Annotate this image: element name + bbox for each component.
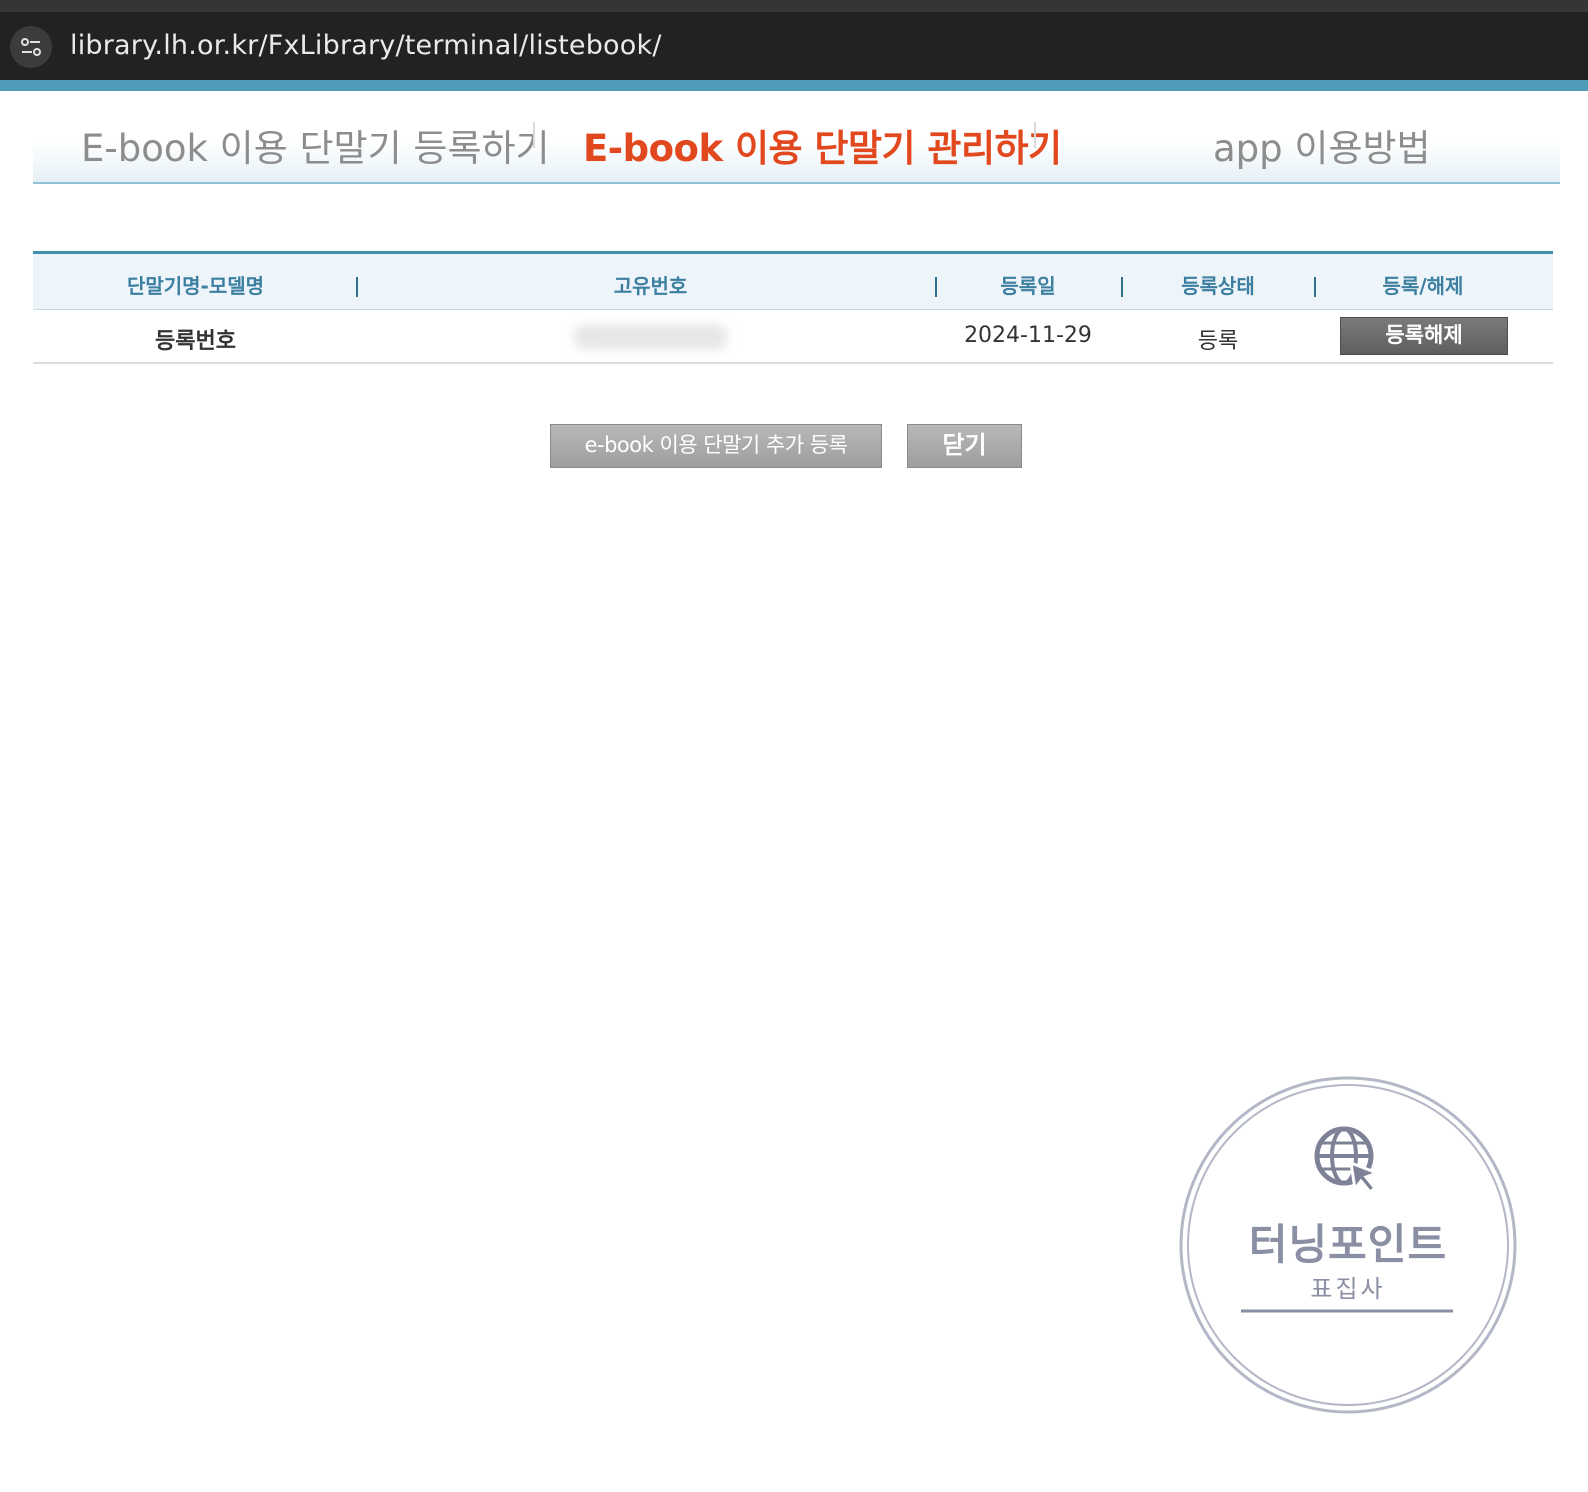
watermark-stamp: 터닝포인트 표집사 — [1178, 1075, 1518, 1415]
close-button[interactable]: 닫기 — [907, 424, 1022, 468]
address-bar[interactable]: library.lh.or.kr/FxLibrary/terminal/list… — [0, 12, 1588, 80]
tab-manage-device[interactable]: E-book 이용 단말기 관리하기 — [583, 118, 1062, 172]
header-separator — [1314, 277, 1316, 297]
table-row: 등록번호 2024-11-29 등록 등록해제 — [33, 310, 1553, 364]
header-accent-bar — [0, 80, 1588, 91]
header-separator — [356, 277, 358, 297]
registered-date-cell: 2024-11-29 — [964, 323, 1092, 348]
unregister-button[interactable]: 등록해제 — [1340, 317, 1508, 355]
header-separator — [1121, 277, 1123, 297]
site-settings-icon[interactable] — [10, 26, 52, 68]
table-header: 단말기명-모델명 고유번호 등록일 등록상태 등록/해제 — [33, 251, 1553, 310]
add-device-button[interactable]: e-book 이용 단말기 추가 등록 — [550, 424, 882, 468]
header-device-name: 단말기명-모델명 — [126, 274, 265, 298]
header-separator — [935, 277, 937, 297]
unique-id-cell-redacted — [573, 324, 728, 350]
tab-app-guide[interactable]: app 이용방법 — [1213, 118, 1431, 172]
device-table: 단말기명-모델명 고유번호 등록일 등록상태 등록/해제 등록번호 2024-1… — [33, 251, 1553, 364]
tab-register-device[interactable]: E-book 이용 단말기 등록하기 — [81, 118, 550, 172]
header-registered-date: 등록일 — [1000, 274, 1056, 298]
header-action: 등록/해제 — [1382, 274, 1464, 298]
device-name-cell: 등록번호 — [155, 329, 236, 354]
stamp-title: 터닝포인트 — [1248, 1220, 1448, 1269]
browser-top-edge — [0, 0, 1588, 12]
header-status: 등록상태 — [1181, 274, 1255, 298]
url-text[interactable]: library.lh.or.kr/FxLibrary/terminal/list… — [70, 30, 662, 61]
status-cell: 등록 — [1197, 329, 1239, 354]
tab-separator — [1034, 122, 1036, 148]
stamp-subtitle: 표집사 — [1310, 1275, 1386, 1303]
tab-bar: E-book 이용 단말기 등록하기 E-book 이용 단말기 관리하기 ap… — [33, 92, 1560, 184]
tab-separator — [533, 122, 535, 148]
globe-cursor-icon — [1314, 1126, 1382, 1195]
header-unique-id: 고유번호 — [613, 274, 688, 298]
